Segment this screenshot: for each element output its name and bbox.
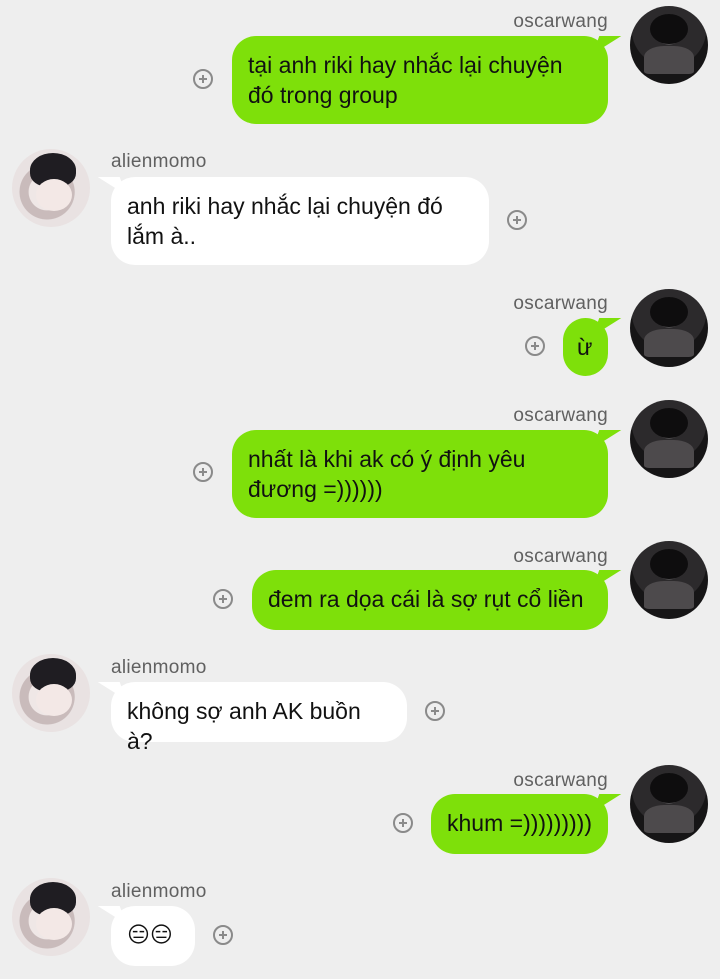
sender-name: oscarwang — [513, 293, 608, 314]
sender-name: alienmomo — [111, 881, 207, 902]
sender-name: oscarwang — [513, 770, 608, 791]
sender-name: alienmomo — [111, 657, 207, 678]
message-bubble[interactable]: không sợ anh AK buồn à? — [111, 682, 407, 754]
plus-circle-icon[interactable] — [507, 210, 527, 230]
message-bubble[interactable]: ừ — [563, 318, 608, 376]
message-bubble[interactable]: nhất là khi ak có ý định yêu đương =))))… — [232, 430, 608, 518]
message-bubble[interactable]: khum =))))))))) — [431, 794, 608, 854]
message-bubble[interactable]: đem ra dọa cái là sợ rụt cổ liền — [252, 570, 608, 630]
avatar[interactable] — [630, 6, 708, 84]
sender-name: oscarwang — [513, 546, 608, 567]
avatar[interactable] — [630, 289, 708, 367]
plus-circle-icon[interactable] — [193, 69, 213, 89]
avatar[interactable] — [630, 765, 708, 843]
avatar[interactable] — [630, 400, 708, 478]
avatar[interactable] — [12, 654, 90, 732]
message-bubble[interactable]: 😑😑 — [111, 906, 195, 966]
sender-name: oscarwang — [513, 405, 608, 426]
plus-circle-icon[interactable] — [213, 925, 233, 945]
plus-circle-icon[interactable] — [425, 701, 445, 721]
avatar[interactable] — [12, 149, 90, 227]
avatar[interactable] — [630, 541, 708, 619]
message-bubble[interactable]: tại anh riki hay nhắc lại chuyện đó tron… — [232, 36, 608, 124]
sender-name: oscarwang — [513, 11, 608, 32]
plus-circle-icon[interactable] — [393, 813, 413, 833]
plus-circle-icon[interactable] — [193, 462, 213, 482]
plus-circle-icon[interactable] — [213, 589, 233, 609]
sender-name: alienmomo — [111, 151, 207, 172]
plus-circle-icon[interactable] — [525, 336, 545, 356]
message-bubble[interactable]: anh riki hay nhắc lại chuyện đó lắm à.. — [111, 177, 489, 265]
avatar[interactable] — [12, 878, 90, 956]
